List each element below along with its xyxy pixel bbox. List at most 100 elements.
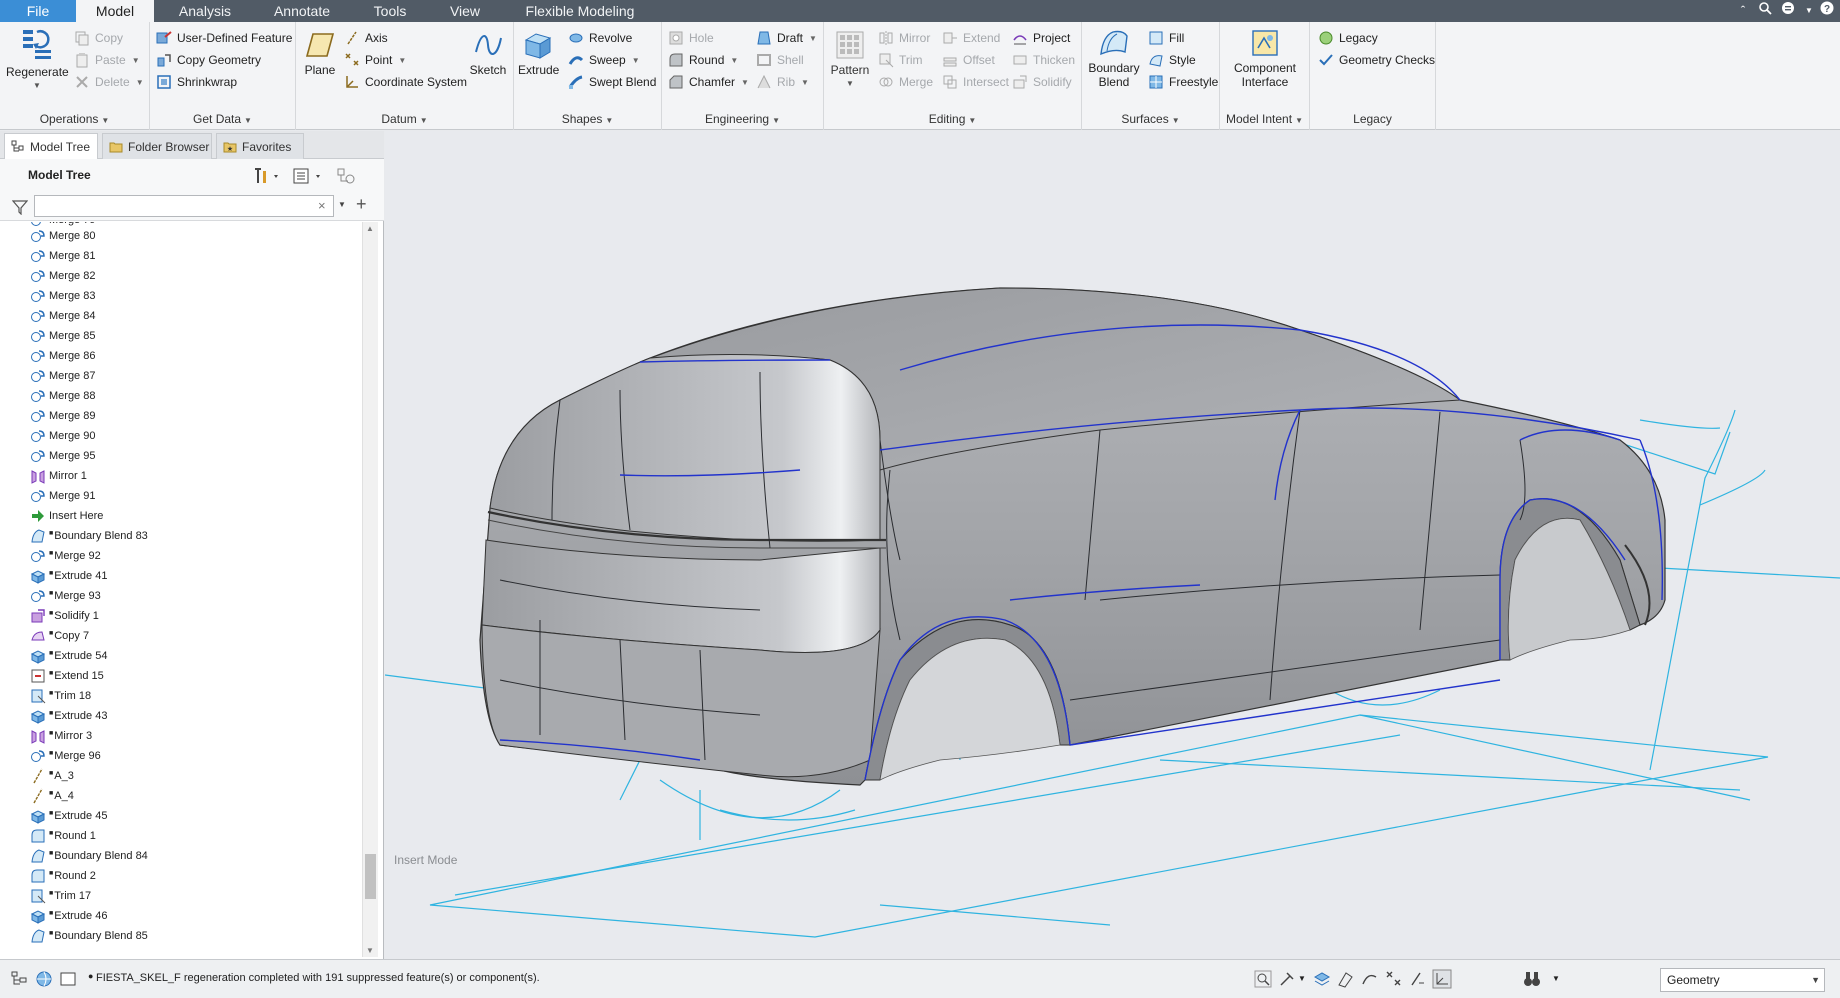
tree-item[interactable]: ■ Boundary Blend 85 bbox=[30, 926, 148, 946]
project-button[interactable]: Project bbox=[1012, 28, 1070, 48]
tree-item[interactable]: Merge 81 bbox=[30, 246, 95, 266]
chamfer-button[interactable]: Chamfer ▼ bbox=[668, 72, 749, 92]
revolve-button[interactable]: Revolve bbox=[568, 28, 632, 48]
tree-item[interactable]: ■ Mirror 3 bbox=[30, 726, 92, 746]
extend-button[interactable]: Extend bbox=[942, 28, 1000, 48]
search-icon[interactable] bbox=[1756, 0, 1774, 22]
component-interface-button[interactable]: Component Interface bbox=[1228, 28, 1302, 89]
group-label-datum[interactable]: Datum ▼ bbox=[296, 111, 513, 127]
group-label-model-intent[interactable]: Model Intent ▼ bbox=[1220, 111, 1309, 127]
tree-item[interactable]: Merge 85 bbox=[30, 326, 95, 346]
tree-item[interactable]: Merge 80 bbox=[30, 226, 95, 246]
tree-item[interactable]: ■ Extend 15 bbox=[30, 666, 104, 686]
tree-item[interactable]: Merge 89 bbox=[30, 406, 95, 426]
tree-item[interactable]: Merge 90 bbox=[30, 426, 95, 446]
tree-item[interactable]: ■ Solidify 1 bbox=[30, 606, 99, 626]
merge-button[interactable]: Merge bbox=[878, 72, 933, 92]
tree-item[interactable]: ■ Extrude 41 bbox=[30, 566, 107, 586]
group-label-operations[interactable]: Operations ▼ bbox=[0, 111, 149, 127]
tree-item[interactable]: ■ Copy 7 bbox=[30, 626, 89, 646]
hole-button[interactable]: Hole bbox=[668, 28, 714, 48]
extrude-button[interactable]: Extrude bbox=[518, 30, 559, 77]
group-label-editing[interactable]: Editing ▼ bbox=[824, 111, 1081, 127]
tree-item[interactable]: ■ Merge 96 bbox=[30, 746, 101, 766]
tab-model-tree[interactable]: Model Tree bbox=[4, 133, 98, 160]
browser-icon[interactable] bbox=[34, 969, 54, 989]
clear-search-icon[interactable]: × bbox=[318, 198, 326, 213]
settings-icon[interactable] bbox=[252, 167, 282, 185]
point-button[interactable]: Point ▼ bbox=[344, 50, 406, 70]
tree-item[interactable]: ■ Trim 17 bbox=[30, 886, 91, 906]
tree-item[interactable]: Merge 86 bbox=[30, 346, 95, 366]
tree-search-input[interactable] bbox=[34, 195, 334, 217]
pattern-button[interactable]: Pattern ▼ bbox=[830, 30, 870, 91]
search-dropdown-icon[interactable]: ▼ bbox=[338, 200, 346, 209]
scroll-down-icon[interactable]: ▼ bbox=[366, 946, 374, 955]
tree-item[interactable]: ■ Merge 93 bbox=[30, 586, 101, 606]
coordinate-filter-icon[interactable] bbox=[1432, 969, 1452, 989]
paste-button[interactable]: Paste ▼ bbox=[74, 50, 140, 70]
shrinkwrap-button[interactable]: Shrinkwrap bbox=[156, 72, 237, 92]
add-icon[interactable]: + bbox=[356, 194, 367, 215]
help-icon[interactable]: ? bbox=[1818, 0, 1836, 22]
axis-button[interactable]: Axis bbox=[344, 28, 388, 48]
copy-button[interactable]: Copy bbox=[74, 28, 123, 48]
group-label-engineering[interactable]: Engineering ▼ bbox=[662, 111, 823, 127]
tree-item[interactable]: ■ A_3 bbox=[30, 766, 74, 786]
round-button[interactable]: Round ▼ bbox=[668, 50, 738, 70]
tab-flexible-modeling[interactable]: Flexible Modeling bbox=[506, 0, 654, 22]
tab-file[interactable]: File bbox=[0, 0, 76, 22]
group-label-surfaces[interactable]: Surfaces ▼ bbox=[1082, 111, 1219, 127]
tag-icon[interactable] bbox=[1336, 969, 1356, 989]
tab-annotate[interactable]: Annotate bbox=[256, 0, 348, 22]
layers-icon[interactable] bbox=[1312, 969, 1332, 989]
tab-analysis[interactable]: Analysis bbox=[160, 0, 250, 22]
tree-item[interactable]: Merge 83 bbox=[30, 286, 95, 306]
tree-item[interactable]: ■ Trim 18 bbox=[30, 686, 91, 706]
intersect-button[interactable]: Intersect bbox=[942, 72, 1009, 92]
tree-item[interactable]: ■ Extrude 54 bbox=[30, 646, 107, 666]
tree-item[interactable]: ■ Extrude 45 bbox=[30, 806, 107, 826]
tree-scrollbar[interactable]: ▲ ▼ bbox=[362, 222, 378, 957]
selection-filter[interactable]: Geometry ▼ bbox=[1660, 968, 1825, 992]
find-dropdown-icon[interactable]: ▼ bbox=[1552, 974, 1560, 983]
swept-blend-button[interactable]: Swept Blend bbox=[568, 72, 656, 92]
find-icon[interactable] bbox=[1253, 969, 1273, 989]
legacy-button[interactable]: Legacy bbox=[1318, 28, 1378, 48]
tab-view[interactable]: View bbox=[432, 0, 498, 22]
scroll-up-icon[interactable]: ▲ bbox=[366, 224, 374, 233]
mirror-button[interactable]: Mirror bbox=[878, 28, 930, 48]
freestyle-button[interactable]: Freestyle bbox=[1148, 72, 1218, 92]
tree-item[interactable]: Merge 87 bbox=[30, 366, 95, 386]
smart-select-icon[interactable] bbox=[1278, 969, 1298, 989]
dropdown-icon[interactable]: ▼ bbox=[1800, 0, 1818, 22]
sketch-button[interactable]: Sketch bbox=[468, 30, 508, 77]
offset-button[interactable]: Offset bbox=[942, 50, 995, 70]
draft-button[interactable]: Draft ▼ bbox=[756, 28, 817, 48]
tree-item[interactable]: Merge 88 bbox=[30, 386, 95, 406]
scroll-thumb[interactable] bbox=[365, 854, 376, 899]
tree-item[interactable]: Mirror 1 bbox=[30, 466, 87, 486]
group-label-get-data[interactable]: Get Data ▼ bbox=[150, 111, 295, 127]
tree-item[interactable]: Insert Here bbox=[30, 506, 103, 526]
rib-button[interactable]: Rib ▼ bbox=[756, 72, 809, 92]
caret-up-icon[interactable]: ˆ bbox=[1734, 0, 1752, 22]
plane-button[interactable]: Plane bbox=[300, 30, 340, 77]
model-tree-toggle-icon[interactable] bbox=[10, 969, 30, 989]
binoculars-icon[interactable] bbox=[1522, 969, 1542, 989]
tree-item[interactable]: Merge 91 bbox=[30, 486, 95, 506]
geometry-checks-button[interactable]: Geometry Checks bbox=[1318, 50, 1435, 70]
sketch-filter-icon[interactable] bbox=[1360, 969, 1380, 989]
tree-item[interactable]: ■ Round 2 bbox=[30, 866, 96, 886]
shell-button[interactable]: Shell bbox=[756, 50, 804, 70]
boundary-blend-button[interactable]: Boundary Blend bbox=[1086, 28, 1142, 89]
car-body[interactable] bbox=[479, 287, 1666, 786]
copy-geometry-button[interactable]: Copy Geometry bbox=[156, 50, 261, 70]
tree-item[interactable]: ■ Round 1 bbox=[30, 826, 96, 846]
sweep-button[interactable]: Sweep ▼ bbox=[568, 50, 640, 70]
coordinate-system-button[interactable]: Coordinate System bbox=[344, 72, 467, 92]
tree-item[interactable]: Merge 84 bbox=[30, 306, 95, 326]
style-button[interactable]: Style bbox=[1148, 50, 1196, 70]
tree-item[interactable]: ■ Extrude 43 bbox=[30, 706, 107, 726]
tab-model[interactable]: Model bbox=[76, 0, 154, 22]
